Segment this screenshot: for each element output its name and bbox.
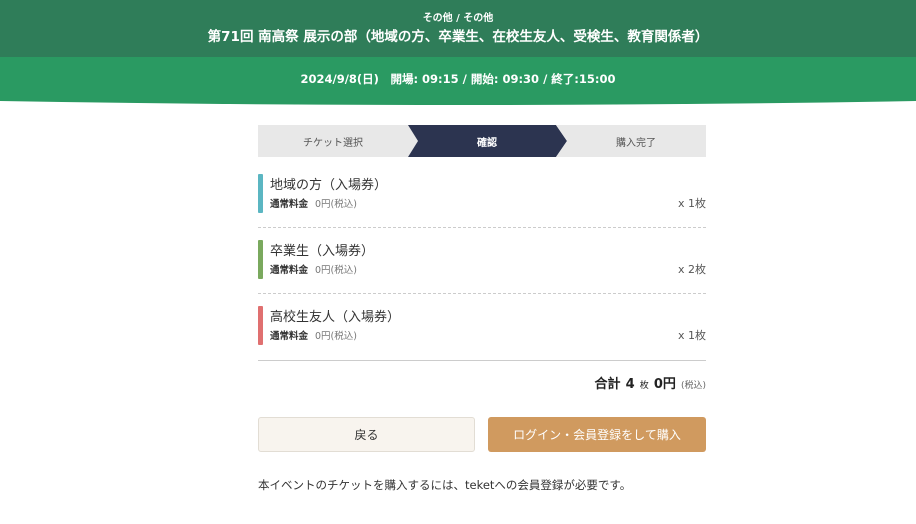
ticket-item: 地域の方（入場券） 通常料金 0円(税込) x 1枚 xyxy=(258,162,706,228)
ticket-price-label: 通常料金 xyxy=(270,199,309,210)
ticket-price-label: 通常料金 xyxy=(270,331,309,342)
event-title: 第71回 南高祭 展示の部（地域の方、卒業生、在校生友人、受検生、教育関係者） xyxy=(207,29,709,45)
ticket-price: 0円(税込) xyxy=(315,265,357,276)
ticket-color-bar xyxy=(258,240,263,279)
header-wave-decoration xyxy=(0,99,916,105)
purchase-progress-steps: チケット選択 確認 購入完了 xyxy=(258,125,706,157)
ticket-quantity: x 1枚 xyxy=(677,197,706,210)
event-schedule: 2024/9/8(日) 開場: 09:15 / 開始: 09:30 / 終了:1… xyxy=(300,72,616,86)
total-count-unit: 枚 xyxy=(639,381,649,391)
step-confirm: 確認 xyxy=(477,138,497,149)
back-button[interactable]: 戻る xyxy=(258,417,475,452)
step-purchase-complete: 購入完了 xyxy=(616,138,656,149)
ticket-name: 高校生友人（入場券） xyxy=(270,310,401,325)
ticket-item: 卒業生（入場券） 通常料金 0円(税込) x 2枚 xyxy=(258,228,706,294)
ticket-price: 0円(税込) xyxy=(315,331,357,342)
ticket-price-label: 通常料金 xyxy=(270,265,309,276)
ticket-name: 卒業生（入場券） xyxy=(270,244,375,259)
login-register-purchase-button[interactable]: ログイン・会員登録をして購入 xyxy=(488,417,706,452)
ticket-quantity: x 1枚 xyxy=(677,329,706,342)
total-amount: 0円 xyxy=(653,377,676,392)
membership-notice: 本イベントのチケットを購入するには、teketへの会員登録が必要です。 xyxy=(258,478,632,492)
event-title-bar: その他 / その他 第71回 南高祭 展示の部（地域の方、卒業生、在校生友人、受… xyxy=(0,0,916,57)
ticket-item: 高校生友人（入場券） 通常料金 0円(税込) x 1枚 xyxy=(258,294,706,360)
total-tax-note: (税込) xyxy=(680,381,706,391)
total-ticket-count: 4 xyxy=(625,377,635,392)
event-schedule-bar: 2024/9/8(日) 開場: 09:15 / 開始: 09:30 / 終了:1… xyxy=(0,57,916,101)
total-divider xyxy=(258,360,706,361)
ticket-quantity: x 2枚 xyxy=(677,263,706,276)
ticket-color-bar xyxy=(258,174,263,213)
ticket-price: 0円(税込) xyxy=(315,199,357,210)
total-label: 合計 xyxy=(594,377,621,392)
event-category: その他 / その他 xyxy=(422,13,494,24)
order-total: 合計 4 枚 0円 (税込) xyxy=(258,373,706,392)
ticket-name: 地域の方（入場券） xyxy=(270,178,388,193)
step-ticket-select: チケット選択 xyxy=(303,138,363,149)
ticket-color-bar xyxy=(258,306,263,345)
